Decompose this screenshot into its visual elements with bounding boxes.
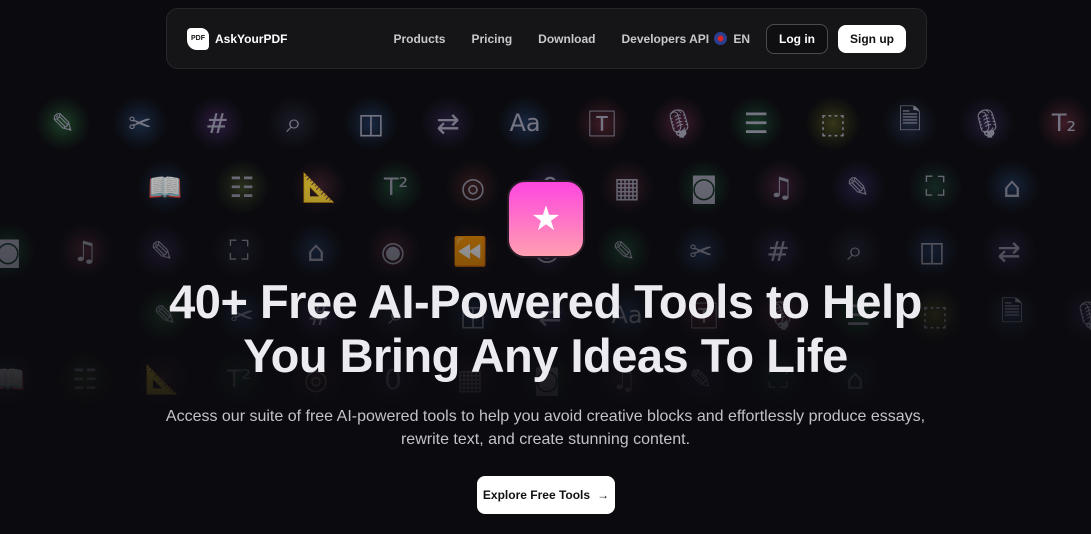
hero-title-line2: You Bring Any Ideas To Life xyxy=(243,329,848,382)
signup-button[interactable]: Sign up xyxy=(838,24,906,53)
brand-name: AskYourPDF xyxy=(215,31,288,46)
cta-label: Explore Free Tools xyxy=(482,488,591,502)
arrow-right-icon: → xyxy=(597,488,610,502)
nav-link-download[interactable]: Download xyxy=(538,32,595,46)
brand-logo[interactable]: PDF AskYourPDF xyxy=(187,27,288,50)
nav-links: Products Pricing Download Developers API xyxy=(393,32,709,46)
language-selector[interactable]: EN xyxy=(714,32,750,46)
nav-actions: EN Log in Sign up xyxy=(714,23,906,54)
askyourpdf-logo-icon: PDF xyxy=(187,27,209,50)
hero-title-line1: 40+ Free AI-Powered Tools to Help xyxy=(169,275,922,328)
nav-link-pricing[interactable]: Pricing xyxy=(471,32,512,46)
background-fade xyxy=(0,0,1091,534)
hero-subtitle-line2: rewrite text, and create stunning conten… xyxy=(400,431,691,448)
login-button[interactable]: Log in xyxy=(766,23,828,54)
top-navbar: PDF AskYourPDF Products Pricing Download… xyxy=(166,8,927,69)
hero-subtitle: Access our suite of free AI-powered tool… xyxy=(140,405,951,451)
uk-flag-icon xyxy=(714,32,728,45)
nav-link-developers-api[interactable]: Developers API xyxy=(622,32,710,46)
hero-title: 40+ Free AI-Powered Tools to Help You Br… xyxy=(0,275,1091,383)
hero-subtitle-line1: Access our suite of free AI-powered tool… xyxy=(165,408,926,425)
page: ✎✂#⌕◫⇄Aa🅃🎙☰⬚🗎🎙T₂📖☷📐T²◎0▦◙♫✎⛶⌂◙♫✎⛶⌂◉⏪☺✎✂#… xyxy=(0,0,1091,534)
magic-wand-star-icon: ★ xyxy=(507,180,585,258)
nav-link-products[interactable]: Products xyxy=(393,32,445,46)
language-label: EN xyxy=(733,31,750,46)
explore-free-tools-button[interactable]: Explore Free Tools → xyxy=(477,476,615,514)
